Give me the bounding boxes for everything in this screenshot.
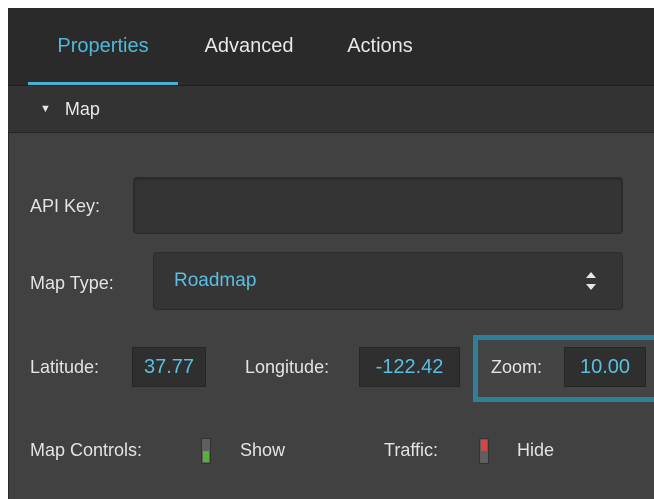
traffic-toggle[interactable] [479,438,489,464]
tab-actions[interactable]: Actions [338,8,422,85]
map-type-select[interactable]: Roadmap [153,252,623,310]
map-type-label: Map Type: [30,273,114,293]
map-controls-toggle[interactable] [201,438,211,464]
tab-advanced[interactable]: Advanced [194,8,304,85]
tab-properties[interactable]: Properties [28,8,178,85]
toggle-on-indicator [203,451,209,462]
api-key-label: API Key: [30,196,101,216]
traffic-label: Traffic: [384,440,439,460]
map-controls-state: Show [240,440,286,460]
active-tab-indicator [28,82,178,85]
longitude-input[interactable]: -122.42 [359,347,460,387]
map-section-header[interactable]: ▼ Map [8,86,654,133]
traffic-state: Hide [517,440,555,460]
zoom-label: Zoom: [491,357,543,377]
latitude-label: Latitude: [30,357,100,377]
map-type-value: Roadmap [174,270,257,291]
latitude-input[interactable]: 37.77 [132,347,206,387]
screenshot-frame: Properties Advanced Actions ▼ Map API Ke… [0,0,654,499]
section-title: Map [64,98,100,119]
collapse-triangle-icon: ▼ [40,103,51,115]
map-controls-label: Map Controls: [30,440,143,460]
longitude-label: Longitude: [245,357,330,377]
properties-panel: Properties Advanced Actions ▼ Map API Ke… [8,8,654,499]
zoom-input[interactable]: 10.00 [564,347,646,387]
select-arrows-icon [586,272,598,290]
api-key-input[interactable] [133,177,623,234]
toggle-off-indicator [481,440,487,451]
tab-bar: Properties Advanced Actions [8,8,654,86]
